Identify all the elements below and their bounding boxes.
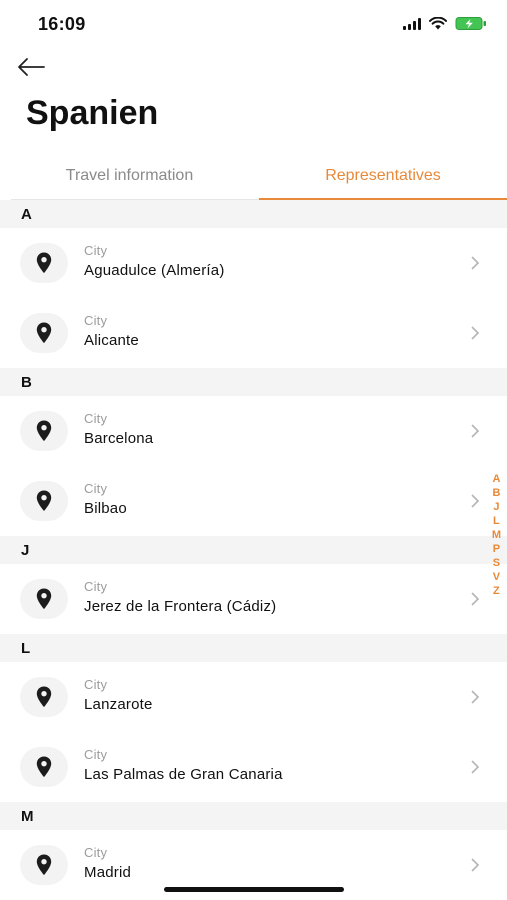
chevron-right-icon [471,494,480,508]
chevron-right-icon [471,858,480,872]
index-letter-z[interactable]: Z [493,584,500,598]
index-letter-p[interactable]: P [493,542,500,556]
tab-representatives[interactable]: Representatives [259,152,507,200]
section-header-a: A [0,200,507,228]
index-letter-m[interactable]: M [492,528,501,542]
list-item[interactable]: City Alicante [0,298,507,368]
index-letter-l[interactable]: L [493,514,500,528]
back-button[interactable] [16,52,50,82]
location-pin-icon [20,579,68,619]
index-letter-s[interactable]: S [493,556,500,570]
section-header-l: L [0,634,507,662]
page-title: Spanien [26,94,159,132]
city-label: City [84,243,108,258]
index-letter-a[interactable]: A [492,472,500,486]
location-pin-icon [20,481,68,521]
battery-charging-icon [455,17,486,30]
wifi-icon [429,17,447,30]
index-letter-b[interactable]: B [492,486,500,500]
section-header-b: B [0,368,507,396]
status-bar: 16:09 [0,0,507,48]
index-letter-v[interactable]: V [493,570,500,584]
tab-travel-information[interactable]: Travel information [0,152,259,200]
chevron-right-icon [471,256,480,270]
city-name: Alicante [84,332,139,349]
chevron-right-icon [471,690,480,704]
location-pin-icon [20,747,68,787]
tab-bar: Travel information Representatives [0,152,507,200]
location-pin-icon [20,677,68,717]
cellular-signal-icon [403,17,421,30]
chevron-right-icon [471,326,480,340]
city-label: City [84,481,108,496]
city-name: Barcelona [84,430,154,447]
city-label: City [84,677,108,692]
city-label: City [84,579,108,594]
location-pin-icon [20,313,68,353]
city-label: City [84,411,108,426]
list-item[interactable]: City Jerez de la Frontera (Cádiz) [0,564,507,634]
list-item[interactable]: City Aguadulce (Almería) [0,228,507,298]
city-name: Jerez de la Frontera (Cádiz) [84,598,277,615]
status-time: 16:09 [38,14,86,34]
back-arrow-icon [18,58,45,76]
section-header-j: J [0,536,507,564]
index-letter-j[interactable]: J [493,500,499,514]
location-pin-icon [20,845,68,885]
status-icons [403,16,487,31]
city-name: Lanzarote [84,696,153,713]
list-item[interactable]: City Lanzarote [0,662,507,732]
chevron-right-icon [471,424,480,438]
representatives-list[interactable]: A City Aguadulce (Almería) City Alicante… [0,200,507,900]
city-name: Madrid [84,864,132,881]
list-item[interactable]: City Las Palmas de Gran Canaria [0,732,507,802]
city-name: Aguadulce (Almería) [84,262,225,279]
city-label: City [84,845,108,860]
list-item[interactable]: City Bilbao [0,466,507,536]
list-item[interactable]: City Barcelona [0,396,507,466]
city-label: City [84,313,108,328]
chevron-right-icon [471,760,480,774]
city-label: City [84,747,108,762]
city-name: Las Palmas de Gran Canaria [84,766,283,783]
location-pin-icon [20,243,68,283]
alphabet-index[interactable]: A B J L M P S V Z [492,472,501,598]
city-name: Bilbao [84,500,127,517]
location-pin-icon [20,411,68,451]
section-header-m: M [0,802,507,830]
chevron-right-icon [471,592,480,606]
home-indicator[interactable] [164,887,344,892]
